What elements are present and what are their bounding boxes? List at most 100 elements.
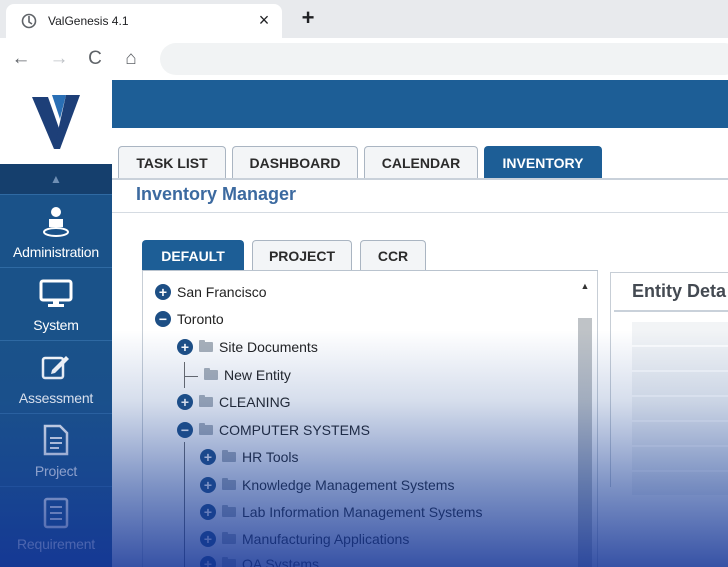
expand-icon[interactable]: + [177, 394, 193, 410]
app-header-bar [112, 80, 728, 128]
address-bar[interactable] [160, 43, 728, 75]
tree-node-label[interactable]: CLEANING [219, 394, 291, 410]
entity-details-title: Entity Deta [632, 281, 727, 301]
folder-icon [222, 450, 236, 462]
tree-node-label[interactable]: Knowledge Management Systems [242, 477, 454, 493]
folder-icon [222, 532, 236, 544]
browser-tab-title: ValGenesis 4.1 [48, 14, 129, 28]
tree-node-label[interactable]: Toronto [177, 311, 224, 327]
tree-node-label[interactable]: HR Tools [242, 449, 299, 465]
expand-icon[interactable]: + [200, 556, 216, 567]
sidebar: ▲ Administration System Assessment Proje… [0, 164, 112, 567]
main-tabs: TASK LIST DASHBOARD CALENDAR INVENTORY [118, 146, 608, 179]
sidebar-item-label: Requirement [17, 536, 95, 552]
sidebar-item-assessment[interactable]: Assessment [0, 340, 112, 413]
list-icon [39, 496, 73, 530]
expand-icon[interactable]: + [177, 339, 193, 355]
expand-icon[interactable]: + [200, 531, 216, 547]
tab-inventory[interactable]: INVENTORY [484, 146, 602, 179]
tab-default[interactable]: DEFAULT [142, 240, 244, 271]
screen: ValGenesis 4.1 × + ← → C ⌂ ▲ Administrat… [0, 0, 728, 567]
tree-node-cleaning[interactable]: + CLEANING [177, 391, 291, 413]
tree-node-computer-systems[interactable]: − COMPUTER SYSTEMS [177, 419, 370, 441]
valgenesis-favicon-icon [20, 12, 38, 30]
page-title: Inventory Manager [136, 184, 297, 204]
tree-node-new-entity[interactable]: New Entity [204, 364, 291, 386]
reload-icon[interactable]: C [82, 46, 108, 72]
details-row [632, 397, 728, 421]
back-icon[interactable]: ← [8, 46, 34, 72]
details-row [632, 372, 728, 396]
sidebar-item-label: System [33, 317, 79, 333]
folder-icon [222, 505, 236, 517]
tree-node-label[interactable]: QA Systems [242, 556, 319, 567]
user-admin-icon [39, 204, 73, 238]
new-tab-icon[interactable]: + [294, 6, 322, 32]
sidebar-item-project[interactable]: Project [0, 413, 112, 486]
expand-icon[interactable]: + [200, 449, 216, 465]
details-divider [614, 310, 728, 312]
tree-connector [184, 362, 185, 388]
sidebar-item-requirement[interactable]: Requirement [0, 486, 112, 559]
tree-node-hr-tools[interactable]: + HR Tools [200, 446, 299, 468]
tree-node-toronto[interactable]: − Toronto [155, 308, 224, 330]
browser-tab[interactable]: ValGenesis 4.1 × [6, 4, 282, 38]
edit-icon [39, 350, 73, 384]
home-icon[interactable]: ⌂ [118, 46, 144, 72]
scrollbar-thumb[interactable] [578, 318, 592, 567]
title-divider [112, 212, 728, 213]
tree-node-label[interactable]: Manufacturing Applications [242, 531, 409, 547]
sidebar-item-label: Administration [13, 244, 99, 260]
details-row [632, 347, 728, 371]
folder-icon [204, 368, 218, 380]
sub-tabs: DEFAULT PROJECT CCR [142, 240, 434, 271]
close-tab-icon[interactable]: × [254, 10, 274, 30]
tab-dashboard[interactable]: DASHBOARD [232, 146, 358, 179]
expand-icon[interactable]: + [200, 504, 216, 520]
tab-ccr[interactable]: CCR [360, 240, 426, 271]
tree-node-lims[interactable]: + Lab Information Management Systems [200, 501, 482, 523]
folder-icon [222, 478, 236, 490]
tab-project[interactable]: PROJECT [252, 240, 352, 271]
folder-icon [199, 340, 213, 352]
tree-node-label[interactable]: Lab Information Management Systems [242, 504, 482, 520]
details-row [632, 472, 728, 496]
tabs-divider [112, 178, 728, 180]
tree-node-knowledge-management[interactable]: + Knowledge Management Systems [200, 474, 454, 496]
details-row [632, 447, 728, 471]
tree-node-qa-systems[interactable]: + QA Systems [200, 553, 319, 567]
tree-node-label[interactable]: San Francisco [177, 284, 266, 300]
valgenesis-logo-icon [32, 95, 80, 149]
tree-node-label[interactable]: New Entity [224, 367, 291, 383]
expand-icon[interactable]: + [155, 284, 171, 300]
sidebar-item-label: Project [34, 463, 78, 479]
browser-tab-strip: ValGenesis 4.1 × + [0, 0, 728, 38]
details-row [632, 322, 728, 346]
sidebar-collapse-icon[interactable]: ▲ [0, 164, 112, 194]
details-row [632, 422, 728, 446]
sidebar-item-label: Assessment [18, 390, 94, 406]
sidebar-item-system[interactable]: System [0, 267, 112, 340]
collapse-icon[interactable]: − [155, 311, 171, 327]
browser-toolbar: ← → C ⌂ [0, 38, 728, 80]
tree-connector [184, 442, 185, 567]
folder-icon [199, 423, 213, 435]
tree-node-site-documents[interactable]: + Site Documents [177, 336, 318, 358]
tree-node-label[interactable]: Site Documents [219, 339, 318, 355]
tab-calendar[interactable]: CALENDAR [364, 146, 478, 179]
expand-icon[interactable]: + [200, 477, 216, 493]
monitor-icon [39, 277, 73, 311]
tree-node-manufacturing[interactable]: + Manufacturing Applications [200, 528, 409, 550]
folder-icon [199, 395, 213, 407]
document-icon [39, 423, 73, 457]
tree-node-san-francisco[interactable]: + San Francisco [155, 281, 266, 303]
folder-icon [222, 557, 236, 567]
tab-task-list[interactable]: TASK LIST [118, 146, 226, 179]
logo[interactable] [0, 80, 112, 164]
scroll-up-icon[interactable]: ▲ [578, 279, 592, 293]
tree-node-label[interactable]: COMPUTER SYSTEMS [219, 422, 370, 438]
tree-connector [184, 376, 198, 377]
collapse-icon[interactable]: − [177, 422, 193, 438]
sidebar-item-administration[interactable]: Administration [0, 194, 112, 267]
forward-icon[interactable]: → [46, 46, 72, 72]
